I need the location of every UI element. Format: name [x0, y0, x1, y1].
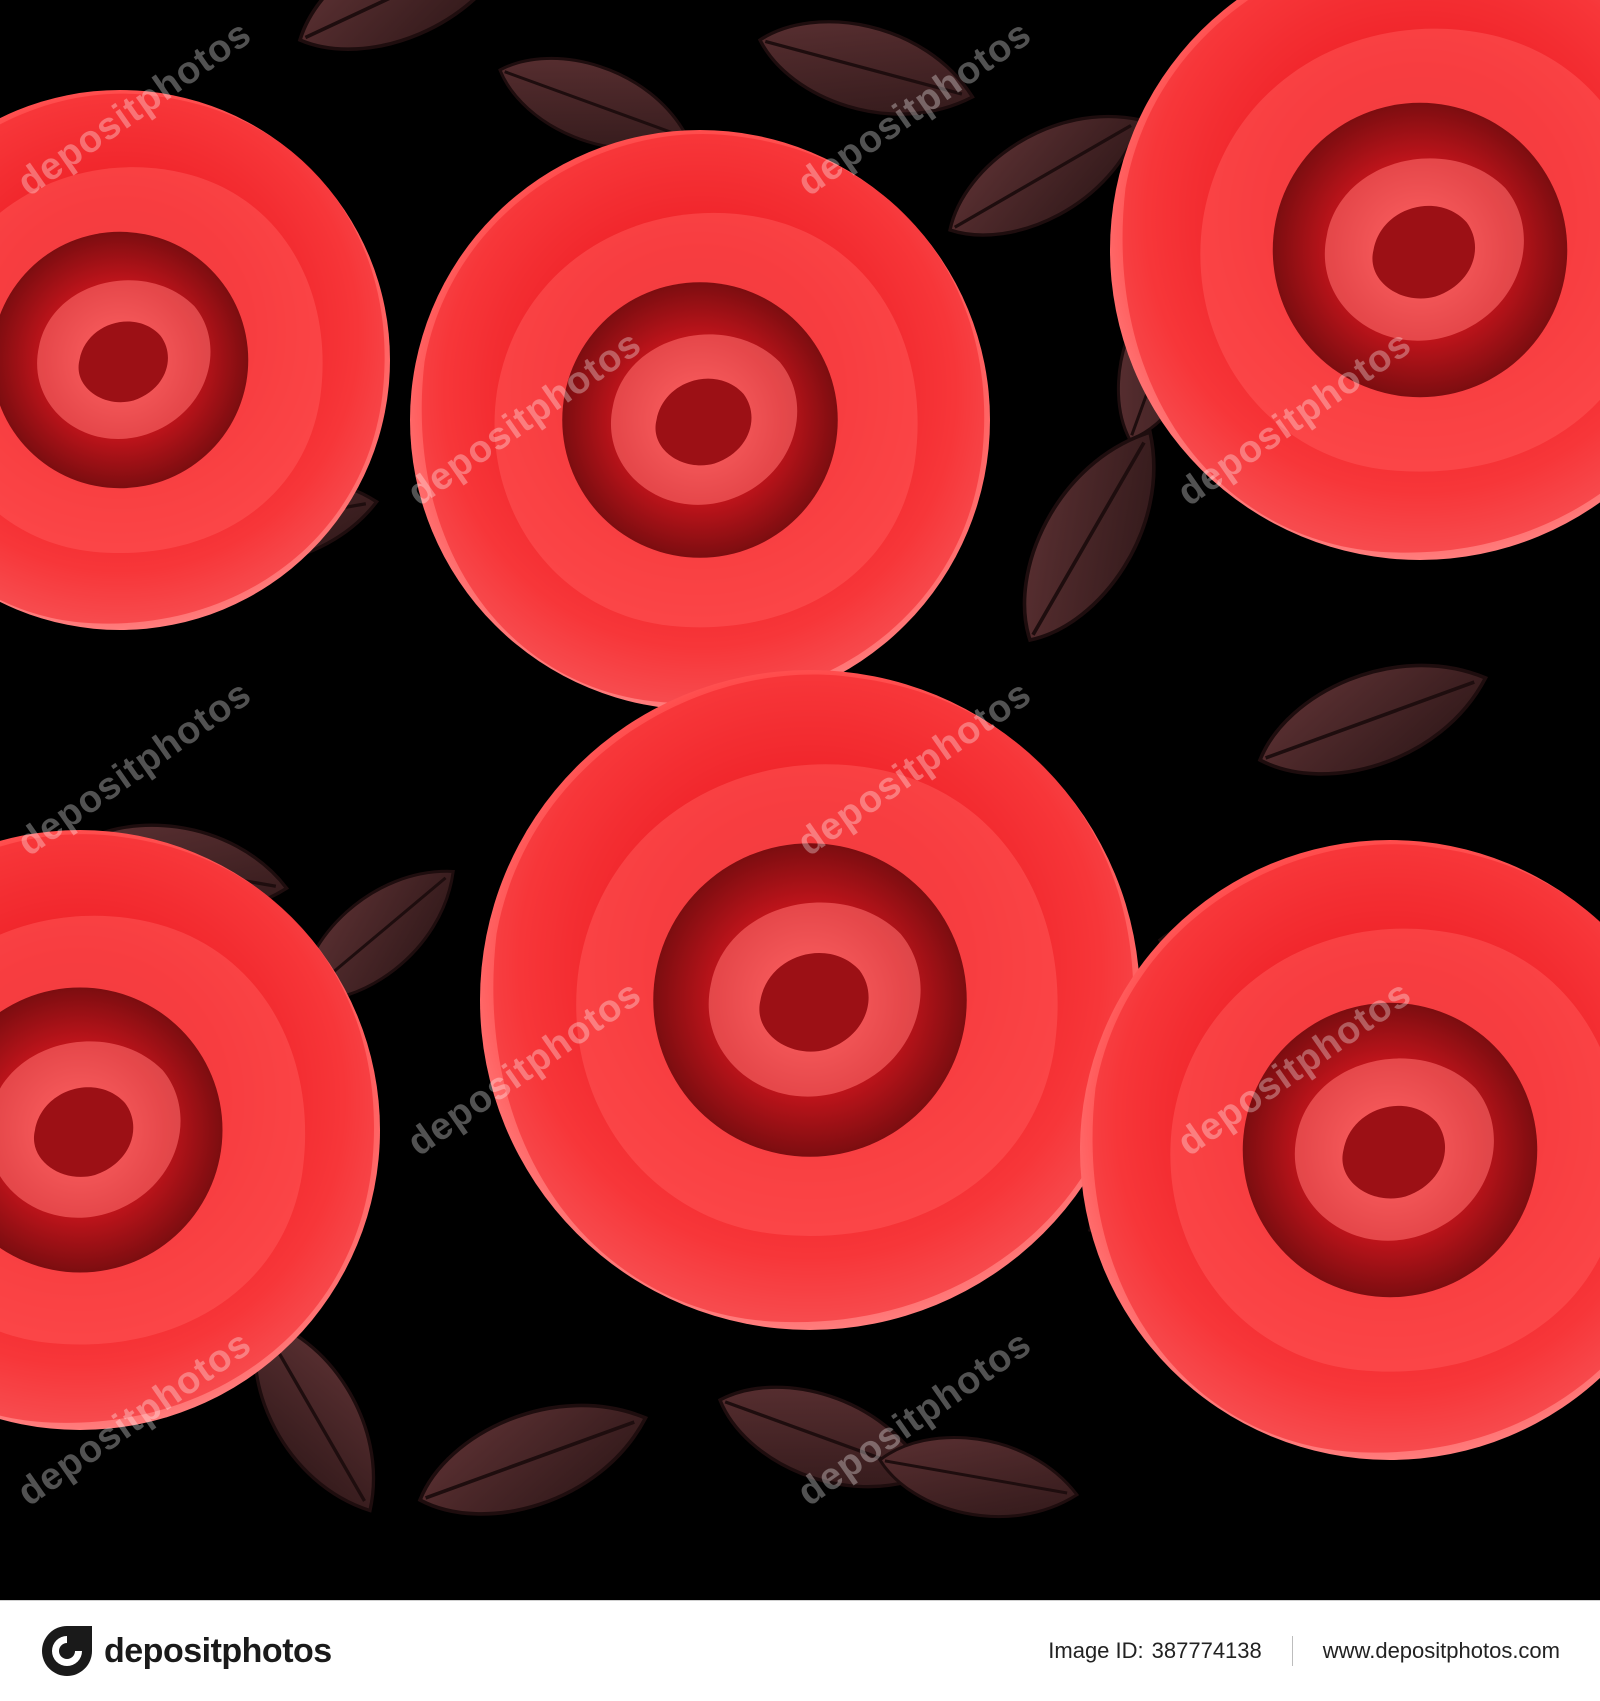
image-id-label: Image ID: — [1048, 1638, 1144, 1663]
rose-pattern-artwork — [0, 0, 1600, 1600]
stock-footer: depositphotos Image ID: 387774138 www.de… — [0, 1600, 1600, 1701]
brand-logo[interactable]: depositphotos — [40, 1624, 332, 1678]
rose-center-bottom — [479, 670, 1140, 1330]
site-link[interactable]: www.depositphotos.com — [1323, 1638, 1560, 1664]
divider — [1291, 1636, 1293, 1666]
brand-name: depositphotos — [104, 1631, 332, 1670]
depositphotos-logo-icon — [42, 1626, 92, 1676]
image-id-value: 387774138 — [1151, 1638, 1262, 1663]
rose-center-top — [410, 129, 990, 710]
